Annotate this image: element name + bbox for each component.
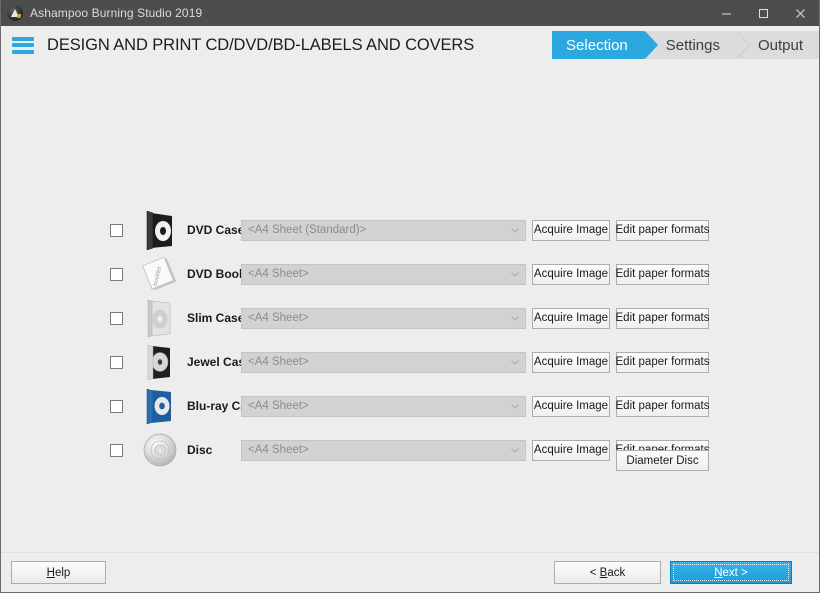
chevron-down-icon xyxy=(511,227,519,233)
breadcrumb-step-label: Settings xyxy=(665,36,720,54)
diameter-disc-button[interactable]: Diameter Disc xyxy=(616,450,709,471)
table-row: Disc <A4 Sheet> Acquire Image Edit paper… xyxy=(1,428,819,472)
table-row: Blu-ray Case <A4 Sheet> Acquire Image Ed… xyxy=(1,384,819,428)
breadcrumb-step-label: Selection xyxy=(566,36,628,54)
breadcrumb: Selection Settings Output xyxy=(552,31,819,59)
help-button[interactable]: Help xyxy=(11,561,106,584)
back-button[interactable]: < Back xyxy=(554,561,661,584)
paper-format-value: <A4 Sheet> xyxy=(248,444,309,456)
chevron-down-icon xyxy=(511,359,519,365)
paper-format-value: <A4 Sheet> xyxy=(248,356,309,368)
acquire-image-button[interactable]: Acquire Image xyxy=(532,439,610,461)
paper-format-value: <A4 Sheet> xyxy=(248,400,309,412)
ashampoo-logo-icon xyxy=(7,5,23,21)
breadcrumb-step-selection[interactable]: Selection xyxy=(552,31,658,59)
edit-paper-formats-button[interactable]: Edit paper formats xyxy=(616,219,709,241)
paper-format-select[interactable]: <A4 Sheet> xyxy=(241,307,526,329)
acquire-image-button[interactable]: Acquire Image xyxy=(532,351,610,373)
close-icon[interactable] xyxy=(782,0,819,26)
acquire-image-button[interactable]: Acquire Image xyxy=(532,263,610,285)
row-checkbox-jewel-case[interactable] xyxy=(110,355,123,369)
row-label: Disc xyxy=(187,443,213,457)
window-controls xyxy=(708,0,819,26)
row-label: DVD Case xyxy=(187,223,245,237)
application-window: Ashampoo Burning Studio 2019 DESIGN AND … xyxy=(0,0,820,593)
chevron-shape xyxy=(643,31,657,59)
paper-format-value: <A4 Sheet (Standard)> xyxy=(248,224,367,236)
chevron-down-icon xyxy=(511,447,519,453)
dvd-booklet-icon: booklet xyxy=(135,252,185,296)
page-header: DESIGN AND PRINT CD/DVD/BD-LABELS AND CO… xyxy=(1,26,819,64)
row-checkbox-bluray-case[interactable] xyxy=(110,399,123,413)
edit-paper-formats-button[interactable]: Edit paper formats xyxy=(616,395,709,417)
breadcrumb-step-label: Output xyxy=(757,36,803,54)
paper-format-select[interactable]: <A4 Sheet (Standard)> xyxy=(241,219,526,241)
paper-format-value: <A4 Sheet> xyxy=(248,268,309,280)
chevron-shape xyxy=(735,31,749,59)
edit-paper-formats-button[interactable]: Edit paper formats xyxy=(616,307,709,329)
title-bar: Ashampoo Burning Studio 2019 xyxy=(1,0,819,26)
chevron-down-icon xyxy=(511,315,519,321)
media-type-list: DVD Case <A4 Sheet (Standard)> Acquire I… xyxy=(1,208,819,472)
row-checkbox-dvd-case[interactable] xyxy=(110,223,123,237)
table-row: Jewel Case <A4 Sheet> Acquire Image Edit… xyxy=(1,340,819,384)
paper-format-select[interactable]: <A4 Sheet> xyxy=(241,439,526,461)
page-title: DESIGN AND PRINT CD/DVD/BD-LABELS AND CO… xyxy=(47,35,475,54)
bluray-case-icon xyxy=(135,384,185,428)
row-checkbox-disc[interactable] xyxy=(110,443,123,457)
window-title: Ashampoo Burning Studio 2019 xyxy=(30,6,203,20)
content-area: DVD Case <A4 Sheet (Standard)> Acquire I… xyxy=(1,64,819,552)
chevron-down-icon xyxy=(511,403,519,409)
focus-ring xyxy=(673,564,789,581)
paper-format-select[interactable]: <A4 Sheet> xyxy=(241,263,526,285)
minimize-icon[interactable] xyxy=(708,0,745,26)
acquire-image-button[interactable]: Acquire Image xyxy=(532,307,610,329)
table-row: Slim Case <A4 Sheet> Acquire Image Edit … xyxy=(1,296,819,340)
row-checkbox-dvd-booklet[interactable] xyxy=(110,267,123,281)
dvd-case-icon xyxy=(135,208,185,252)
paper-format-select[interactable]: <A4 Sheet> xyxy=(241,395,526,417)
acquire-image-button[interactable]: Acquire Image xyxy=(532,395,610,417)
table-row: booklet DVD Booklet <A4 Sheet> Acquire I… xyxy=(1,252,819,296)
chevron-down-icon xyxy=(511,271,519,277)
acquire-image-button[interactable]: Acquire Image xyxy=(532,219,610,241)
edit-paper-formats-button[interactable]: Edit paper formats xyxy=(616,263,709,285)
row-checkbox-slim-case[interactable] xyxy=(110,311,123,325)
paper-format-value: <A4 Sheet> xyxy=(248,312,309,324)
table-row: DVD Case <A4 Sheet (Standard)> Acquire I… xyxy=(1,208,819,252)
maximize-icon[interactable] xyxy=(745,0,782,26)
slim-case-icon xyxy=(135,296,185,340)
next-button[interactable]: Next > xyxy=(670,561,792,584)
footer-bar: Help < Back Next > xyxy=(1,552,819,592)
disc-icon xyxy=(135,428,185,472)
row-label: Slim Case xyxy=(187,311,245,325)
paper-format-select[interactable]: <A4 Sheet> xyxy=(241,351,526,373)
edit-paper-formats-button[interactable]: Edit paper formats xyxy=(616,351,709,373)
jewel-case-icon xyxy=(135,340,185,384)
hamburger-menu-icon[interactable] xyxy=(12,36,34,54)
